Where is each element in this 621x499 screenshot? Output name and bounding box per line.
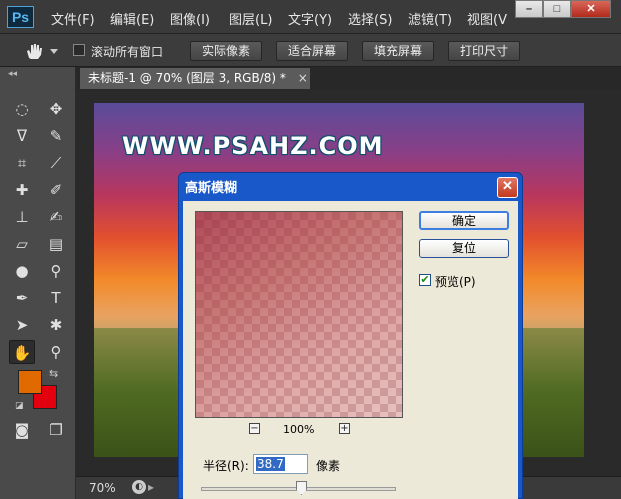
lasso-tool-icon[interactable]: ᐁ: [9, 124, 35, 148]
move-tool-icon[interactable]: ✥: [43, 97, 69, 121]
menu-file[interactable]: 文件(F): [51, 9, 95, 28]
quick-selection-tool-icon[interactable]: ✎: [43, 124, 69, 148]
hand-tool-panel-icon[interactable]: ✋: [9, 340, 35, 364]
hand-tool-icon[interactable]: [24, 42, 44, 60]
radius-input[interactable]: 38.7: [253, 454, 308, 474]
healing-brush-tool-icon[interactable]: ✚: [9, 178, 35, 202]
menu-filter[interactable]: 滤镜(T): [408, 9, 452, 28]
document-tab[interactable]: 未标题-1 @ 70% (图层 3, RGB/8) * ×: [80, 68, 310, 89]
preview-label: 预览(P): [435, 275, 476, 289]
brush-tool-icon[interactable]: ✐: [43, 178, 69, 202]
zoom-level[interactable]: 70%: [89, 481, 116, 495]
status-menu-icon[interactable]: ▸: [148, 480, 154, 494]
menu-edit[interactable]: 编辑(E): [110, 9, 154, 28]
history-brush-tool-icon[interactable]: ✍: [43, 205, 69, 229]
menu-layer[interactable]: 图层(L): [229, 9, 272, 28]
fit-screen-button[interactable]: 适合屏幕: [276, 41, 348, 61]
menu-view[interactable]: 视图(V: [467, 9, 507, 28]
document-tab-close-icon[interactable]: ×: [298, 71, 308, 85]
type-tool-icon[interactable]: T: [43, 286, 69, 310]
menu-select[interactable]: 选择(S): [348, 9, 392, 28]
actual-pixels-button[interactable]: 实际像素: [190, 41, 262, 61]
document-tab-title: 未标题-1 @ 70% (图层 3, RGB/8) *: [88, 71, 286, 85]
ok-button[interactable]: 确定: [419, 211, 509, 230]
menu-image[interactable]: 图像(I): [170, 9, 210, 28]
photoshop-window: Ps 文件(F) 编辑(E) 图像(I) 图层(L) 文字(Y) 选择(S) 滤…: [0, 0, 621, 499]
blur-tool-icon[interactable]: ●: [9, 259, 35, 283]
radius-label: 半径(R):: [203, 459, 249, 473]
clone-stamp-tool-icon[interactable]: ⊥: [9, 205, 35, 229]
watermark-text: WWW.PSAHZ.COM: [122, 132, 384, 160]
status-info-icon[interactable]: ◐: [132, 480, 146, 494]
options-bar: 滚动所有窗口 实际像素 适合屏幕 填充屏幕 打印尺寸: [0, 34, 621, 67]
zoom-tool-icon[interactable]: ⚲: [43, 340, 69, 364]
zoom-in-button[interactable]: +: [339, 423, 350, 434]
photoshop-logo: Ps: [7, 6, 34, 28]
pen-tool-icon[interactable]: ✒: [9, 286, 35, 310]
preview-zoom-level: 100%: [283, 423, 315, 436]
menu-bar: Ps 文件(F) 编辑(E) 图像(I) 图层(L) 文字(Y) 选择(S) 滤…: [0, 0, 621, 34]
menu-type[interactable]: 文字(Y): [288, 9, 332, 28]
foreground-color-swatch[interactable]: [18, 370, 42, 394]
swap-colors-icon[interactable]: ⇆: [49, 367, 58, 380]
window-controls: – □ ✕: [515, 0, 611, 20]
dialog-close-button[interactable]: ✕: [497, 177, 518, 198]
preview-checkbox[interactable]: ✔: [419, 274, 431, 286]
scroll-all-windows-label: 滚动所有窗口: [91, 45, 164, 59]
fill-screen-button[interactable]: 填充屏幕: [362, 41, 434, 61]
zoom-out-button[interactable]: −: [249, 423, 260, 434]
reset-button[interactable]: 复位: [419, 239, 509, 258]
gradient-tool-icon[interactable]: ▤: [43, 232, 69, 256]
custom-shape-tool-icon[interactable]: ✱: [43, 313, 69, 337]
quick-mask-icon[interactable]: ◙: [9, 418, 35, 442]
print-size-button[interactable]: 打印尺寸: [448, 41, 520, 61]
restore-button[interactable]: □: [543, 0, 571, 18]
dialog-title: 高斯模糊: [185, 181, 238, 196]
scroll-all-windows-checkbox[interactable]: [73, 44, 85, 56]
path-selection-tool-icon[interactable]: ➤: [9, 313, 35, 337]
radius-value: 38.7: [256, 457, 285, 471]
radius-unit: 像素: [316, 459, 341, 473]
tools-panel: ◂◂ ◌ ✥ ᐁ ✎ ⌗ ⟋ ✚ ✐ ⊥ ✍ ▱ ▤ ● ⚲ ✒ T ➤ ✱ ✋…: [0, 67, 76, 499]
eraser-tool-icon[interactable]: ▱: [9, 232, 35, 256]
marquee-tool-icon[interactable]: ◌: [9, 97, 35, 121]
radius-slider-thumb[interactable]: [296, 481, 307, 495]
filter-preview[interactable]: [195, 211, 403, 418]
screen-mode-icon[interactable]: ❐: [43, 418, 69, 442]
dialog-body: − 100% + 确定 复位 ✔ 预览(P) 半径(R): 38.7 像素: [183, 201, 518, 499]
tool-preset-chevron-icon[interactable]: [50, 49, 58, 55]
default-colors-icon[interactable]: ◪: [15, 401, 24, 411]
gaussian-blur-dialog: 高斯模糊 ✕ − 100% + 确定 复位 ✔ 预览(P) 半径(R): 38.…: [178, 172, 523, 499]
minimize-button[interactable]: –: [515, 0, 543, 18]
eyedropper-tool-icon[interactable]: ⟋: [43, 151, 69, 175]
collapse-panel-icon[interactable]: ◂◂: [8, 69, 17, 79]
close-window-button[interactable]: ✕: [571, 0, 611, 18]
dodge-tool-icon[interactable]: ⚲: [43, 259, 69, 283]
crop-tool-icon[interactable]: ⌗: [9, 151, 35, 175]
